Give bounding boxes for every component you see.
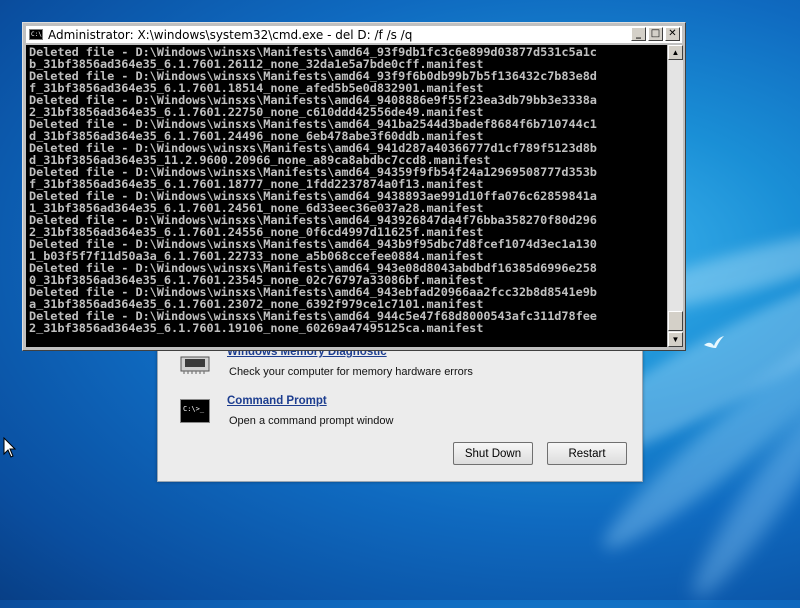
console-line: 2_31bf3856ad364e35_6.1.7601.22750_none_c… bbox=[29, 106, 484, 118]
cmd-window-icon: C:\ bbox=[29, 29, 43, 40]
mouse-pointer-icon bbox=[3, 437, 17, 458]
scroll-up-arrow-icon[interactable]: ▲ bbox=[668, 45, 683, 60]
console-line: b_31bf3856ad364e35_6.1.7601.26112_none_3… bbox=[29, 58, 484, 70]
minimize-button[interactable]: _ bbox=[631, 27, 646, 41]
command-prompt-icon-text: C:\>_ bbox=[183, 405, 205, 413]
scroll-down-arrow-icon[interactable]: ▼ bbox=[668, 332, 683, 347]
command-prompt-link[interactable]: Command Prompt bbox=[227, 395, 327, 407]
console-line: 2_31bf3856ad364e35_6.1.7601.19106_none_6… bbox=[29, 322, 484, 334]
maximize-button[interactable]: □ bbox=[648, 27, 663, 41]
console-line: Deleted file - D:\Windows\winsxs\Manifes… bbox=[29, 166, 597, 178]
command-prompt-description: Open a command prompt window bbox=[229, 415, 394, 427]
console-line: Deleted file - D:\Windows\winsxs\Manifes… bbox=[29, 310, 597, 322]
cmd-window-icon-text: C:\ bbox=[31, 31, 42, 38]
console-line: 1_31bf3856ad364e35_6.1.7601.24561_none_6… bbox=[29, 202, 484, 214]
console-line: Deleted file - D:\Windows\winsxs\Manifes… bbox=[29, 238, 597, 250]
scroll-thumb[interactable] bbox=[668, 311, 683, 331]
cmd-window-title: Administrator: X:\windows\system32\cmd.e… bbox=[48, 27, 413, 42]
console-line: Deleted file - D:\Windows\winsxs\Manifes… bbox=[29, 190, 597, 202]
console-line: 2_31bf3856ad364e35_6.1.7601.24556_none_0… bbox=[29, 226, 484, 238]
console-line: d_31bf3856ad364e35_6.1.7601.24496_none_6… bbox=[29, 130, 484, 142]
close-button[interactable]: ✕ bbox=[665, 27, 680, 41]
cmd-title-bar[interactable]: C:\ Administrator: X:\windows\system32\c… bbox=[26, 26, 682, 43]
console-line: 1_b03f5f7f11d50a3a_6.1.7601.22733_none_a… bbox=[29, 250, 484, 262]
command-prompt-icon: C:\>_ bbox=[180, 399, 210, 423]
shut-down-button[interactable]: Shut Down bbox=[453, 442, 533, 465]
console-line: Deleted file - D:\Windows\winsxs\Manifes… bbox=[29, 94, 597, 106]
console-line: d_31bf3856ad364e35_11.2.9600.20966_none_… bbox=[29, 154, 491, 166]
console-line: 0_31bf3856ad364e35_6.1.7601.23545_none_0… bbox=[29, 274, 484, 286]
restart-button[interactable]: Restart bbox=[547, 442, 627, 465]
cmd-window[interactable]: C:\ Administrator: X:\windows\system32\c… bbox=[22, 22, 686, 351]
console-line: Deleted file - D:\Windows\winsxs\Manifes… bbox=[29, 286, 597, 298]
console-line: Deleted file - D:\Windows\winsxs\Manifes… bbox=[29, 46, 597, 58]
console-line: Deleted file - D:\Windows\winsxs\Manifes… bbox=[29, 70, 597, 82]
vertical-scrollbar[interactable]: ▲ ▼ bbox=[668, 45, 683, 347]
memory-chip-icon bbox=[180, 356, 210, 374]
console-line: a_31bf3856ad364e35_6.1.7601.23072_none_6… bbox=[29, 298, 484, 310]
console-line: Deleted file - D:\Windows\winsxs\Manifes… bbox=[29, 214, 597, 226]
console-line: Deleted file - D:\Windows\winsxs\Manifes… bbox=[29, 142, 597, 154]
memory-diagnostic-description: Check your computer for memory hardware … bbox=[229, 366, 473, 378]
bird-icon bbox=[704, 336, 724, 348]
console-line: Deleted file - D:\Windows\winsxs\Manifes… bbox=[29, 262, 597, 274]
console-lines: Deleted file - D:\Windows\winsxs\Manifes… bbox=[26, 45, 667, 334]
console-output[interactable]: Deleted file - D:\Windows\winsxs\Manifes… bbox=[26, 45, 667, 347]
console-line: f_31bf3856ad364e35_6.1.7601.18514_none_a… bbox=[29, 82, 484, 94]
system-recovery-dialog: Windows Memory Diagnostic Check your com… bbox=[157, 340, 643, 482]
console-line: Deleted file - D:\Windows\winsxs\Manifes… bbox=[29, 118, 597, 130]
console-line: f_31bf3856ad364e35_6.1.7601.18777_none_1… bbox=[29, 178, 484, 190]
